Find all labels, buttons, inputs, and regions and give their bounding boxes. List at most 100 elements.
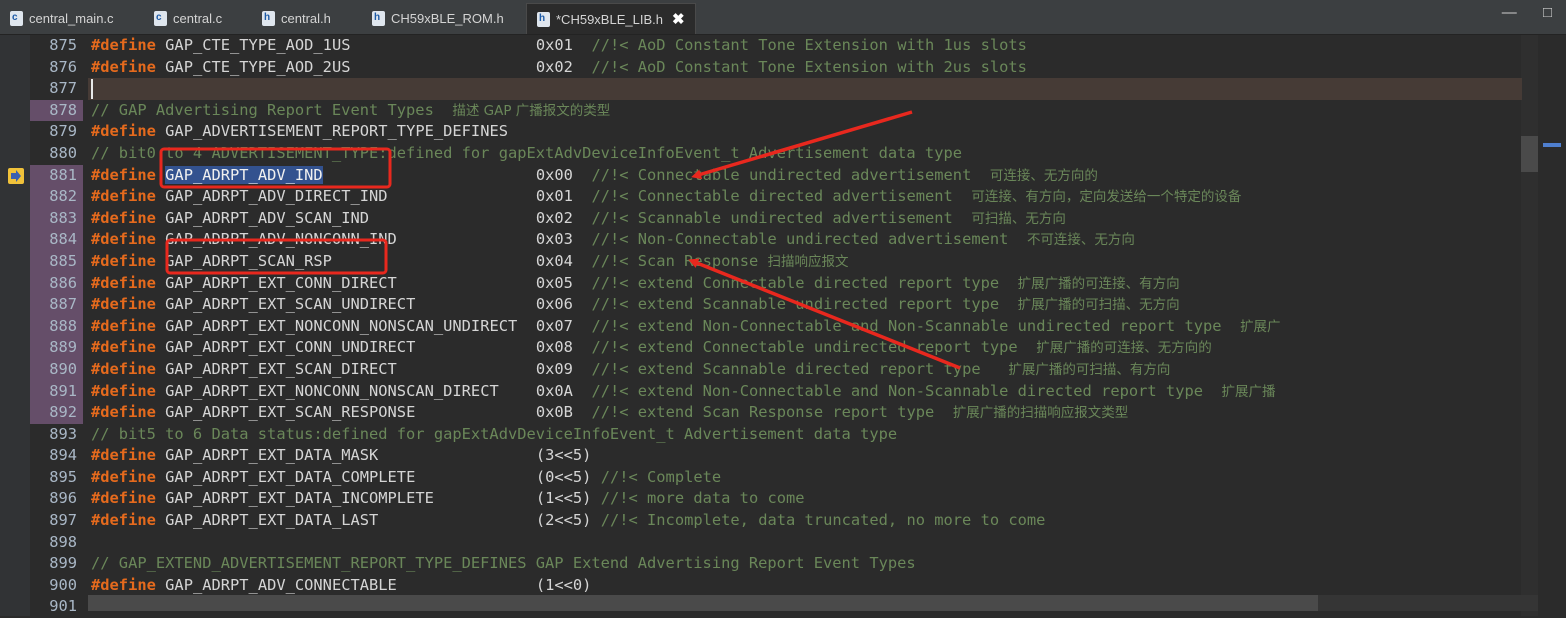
code-line[interactable]: 876 #define GAP_CTE_TYPE_AOD_2US 0x02 //!… [0, 57, 1530, 79]
define-keyword: #define [91, 122, 156, 141]
macro-value: 0x04 [535, 251, 573, 270]
line-number: 894 [49, 446, 77, 465]
code-line[interactable]: 896 #define GAP_ADRPT_EXT_DATA_INCOMPLETE… [0, 488, 1530, 510]
code-text: #define GAP_ADRPT_ADV_DIRECT_IND 0x01 //… [91, 186, 1241, 209]
code-text: #define GAP_ADRPT_EXT_DATA_LAST (2<<5) /… [91, 510, 1045, 532]
macro-value: (3<<5) [535, 446, 592, 465]
code-line[interactable]: 883 #define GAP_ADRPT_ADV_SCAN_IND 0x02 /… [0, 207, 1530, 231]
code-line[interactable]: 884 #define GAP_ADRPT_ADV_NONCONN_IND 0x0… [0, 229, 1530, 251]
code-text: #define GAP_ADRPT_EXT_DATA_COMPLETE (0<<… [91, 467, 721, 489]
define-keyword: #define [91, 57, 156, 76]
code-line[interactable]: 878 // GAP Advertising Report Event Types… [0, 99, 1530, 122]
macro-name: GAP_ADRPT_EXT_SCAN_RESPONSE [165, 403, 416, 422]
line-number: 892 [32, 402, 77, 424]
code-line[interactable]: 882 #define GAP_ADRPT_ADV_DIRECT_IND 0x01… [0, 186, 1530, 208]
code-line[interactable]: 891 #define GAP_ADRPT_EXT_NONCONN_NONSCAN… [0, 380, 1530, 403]
code-line[interactable]: 895 #define GAP_ADRPT_EXT_DATA_COMPLETE (… [0, 467, 1530, 489]
code-line[interactable]: 880 // bit0 to 4 ADVERTISEMENT_TYPE:defin… [0, 143, 1530, 165]
macro-name: GAP_ADRPT_ADV_NONCONN_IND [165, 230, 397, 249]
define-keyword: #define [91, 489, 156, 508]
define-keyword: #define [91, 36, 156, 54]
macro-value: (1<<5) [535, 489, 592, 508]
code-text: #define GAP_ADRPT_EXT_SCAN_DIRECT 0x09 /… [91, 359, 1170, 382]
line-number: 901 [49, 597, 77, 616]
code-text: #define GAP_ADRPT_ADV_SCAN_IND 0x02 //!<… [91, 208, 1066, 231]
chinese-comment: 可连接、有方向，定向发送给一个特定的设备 [971, 189, 1242, 206]
tab-ch59xble-lib-h[interactable]: h *CH59xBLE_LIB.h ✖ [526, 3, 696, 34]
text-caret [91, 79, 93, 100]
line-number: 879 [49, 122, 77, 141]
define-keyword: #define [91, 165, 156, 184]
h-file-icon: h [372, 10, 385, 26]
chinese-comment: 扩展广播的可扫描、有方向 [1008, 361, 1171, 378]
code-comment: //!< AoD Constant Tone Extension with 1u… [591, 36, 1027, 54]
code-line[interactable]: 885 #define GAP_ADRPT_SCAN_RSP 0x04 //!< … [0, 250, 1530, 274]
code-line[interactable]: 875 #define GAP_CTE_TYPE_AOD_1US 0x01 //!… [0, 35, 1530, 57]
close-icon[interactable]: ✖ [672, 10, 685, 28]
code-text: #define GAP_ADRPT_EXT_DATA_INCOMPLETE (1… [91, 488, 805, 510]
line-number: 896 [49, 489, 77, 508]
tab-central-c[interactable]: c central.c [154, 3, 222, 33]
code-text: #define GAP_ADVERTISEMENT_REPORT_TYPE_DE… [91, 121, 508, 143]
chinese-comment: 扩展广播的可连接、无方向的 [1036, 340, 1212, 357]
code-comment: //!< extend Connectable directed report … [591, 273, 1018, 292]
maximize-button[interactable]: □ [1543, 4, 1552, 21]
chinese-comment: 扩展广播的可扫描、无方向 [1017, 297, 1180, 314]
code-text: #define GAP_ADRPT_EXT_CONN_DIRECT 0x05 /… [91, 273, 1180, 296]
tab-ch59xble-rom-h[interactable]: h CH59xBLE_ROM.h [372, 3, 504, 33]
macro-name: GAP_ADRPT_SCAN_RSP [165, 251, 332, 270]
macro-value: (0<<5) [535, 467, 592, 486]
tab-central-main-c[interactable]: c central_main.c [10, 3, 114, 33]
macro-name: GAP_ADRPT_EXT_CONN_UNDIRECT [165, 338, 416, 357]
chinese-comment: 描述 GAP 广播报文的类型 [452, 102, 611, 119]
instruction-pointer-icon [8, 167, 24, 184]
code-line[interactable]: 897 #define GAP_ADRPT_EXT_DATA_LAST (2<<5… [0, 510, 1530, 532]
line-number: 900 [49, 575, 77, 594]
macro-value: 0x07 [535, 316, 573, 335]
define-keyword: #define [91, 338, 156, 357]
line-number: 895 [49, 467, 77, 486]
code-text: #define GAP_ADRPT_ADV_NONCONN_IND 0x03 /… [91, 229, 1135, 252]
code-line[interactable]: 899 // GAP_EXTEND_ADVERTISEMENT_REPORT_TY… [0, 553, 1530, 575]
code-line[interactable]: 893 // bit5 to 6 Data status:defined for … [0, 424, 1530, 446]
line-number: 886 [32, 272, 77, 295]
overview-ruler-mark[interactable] [1543, 143, 1561, 147]
code-text: #define GAP_CTE_TYPE_AOD_2US 0x02 //!< A… [91, 57, 1027, 79]
define-keyword: #define [91, 467, 156, 486]
minimize-button[interactable]: — [1502, 4, 1517, 21]
current-line-highlight [88, 78, 1522, 100]
code-line[interactable]: 887 #define GAP_ADRPT_EXT_SCAN_UNDIRECT 0… [0, 294, 1530, 316]
macro-name: GAP_ADRPT_EXT_SCAN_UNDIRECT [165, 295, 416, 314]
code-editor[interactable]: 875 #define GAP_CTE_TYPE_AOD_1US 0x01 //!… [0, 35, 1566, 616]
code-comment: // GAP_EXTEND_ADVERTISEMENT_REPORT_TYPE_… [91, 554, 916, 573]
horizontal-scrollbar-thumb[interactable] [88, 595, 1318, 611]
h-file-icon: h [262, 10, 275, 26]
code-line[interactable]: 888 #define GAP_ADRPT_EXT_NONCONN_NONSCAN… [0, 315, 1530, 338]
macro-value: 0x01 [535, 36, 573, 54]
editor-tab-bar: c central_main.c c central.c h central.h… [0, 0, 1566, 35]
code-line[interactable]: 881 #define GAP_ADRPT_ADV_IND 0x00 //!< C… [0, 164, 1530, 187]
define-keyword: #define [91, 575, 156, 594]
code-line[interactable]: 900 #define GAP_ADRPT_ADV_CONNECTABLE (1<… [0, 575, 1530, 597]
code-line[interactable]: 877 [0, 78, 1530, 100]
code-line[interactable]: 898 [0, 532, 1530, 554]
line-number: 883 [32, 207, 77, 230]
tab-label: central.c [173, 10, 223, 26]
code-line[interactable]: 879 #define GAP_ADVERTISEMENT_REPORT_TYPE… [0, 121, 1530, 143]
macro-value: 0x01 [535, 187, 573, 206]
code-line[interactable]: 889 #define GAP_ADRPT_EXT_CONN_UNDIRECT 0… [0, 337, 1530, 359]
chinese-comment: 扩展广播的可连接、有方向 [1017, 275, 1180, 292]
code-line[interactable]: 886 #define GAP_ADRPT_EXT_CONN_DIRECT 0x0… [0, 272, 1530, 296]
code-line[interactable]: 892 #define GAP_ADRPT_EXT_SCAN_RESPONSE 0… [0, 402, 1530, 424]
code-text: #define GAP_ADRPT_SCAN_RSP 0x04 //!< Sca… [91, 251, 849, 274]
macro-name: GAP_ADRPT_EXT_DATA_COMPLETE [165, 467, 416, 486]
macro-name: GAP_CTE_TYPE_AOD_1US [165, 36, 351, 54]
code-line[interactable]: 894 #define GAP_ADRPT_EXT_DATA_MASK (3<<5… [0, 445, 1530, 467]
tab-central-h[interactable]: h central.h [262, 3, 331, 33]
code-line[interactable]: 890 #define GAP_ADRPT_EXT_SCAN_DIRECT 0x0… [0, 358, 1530, 382]
c-file-icon: c [154, 10, 167, 26]
